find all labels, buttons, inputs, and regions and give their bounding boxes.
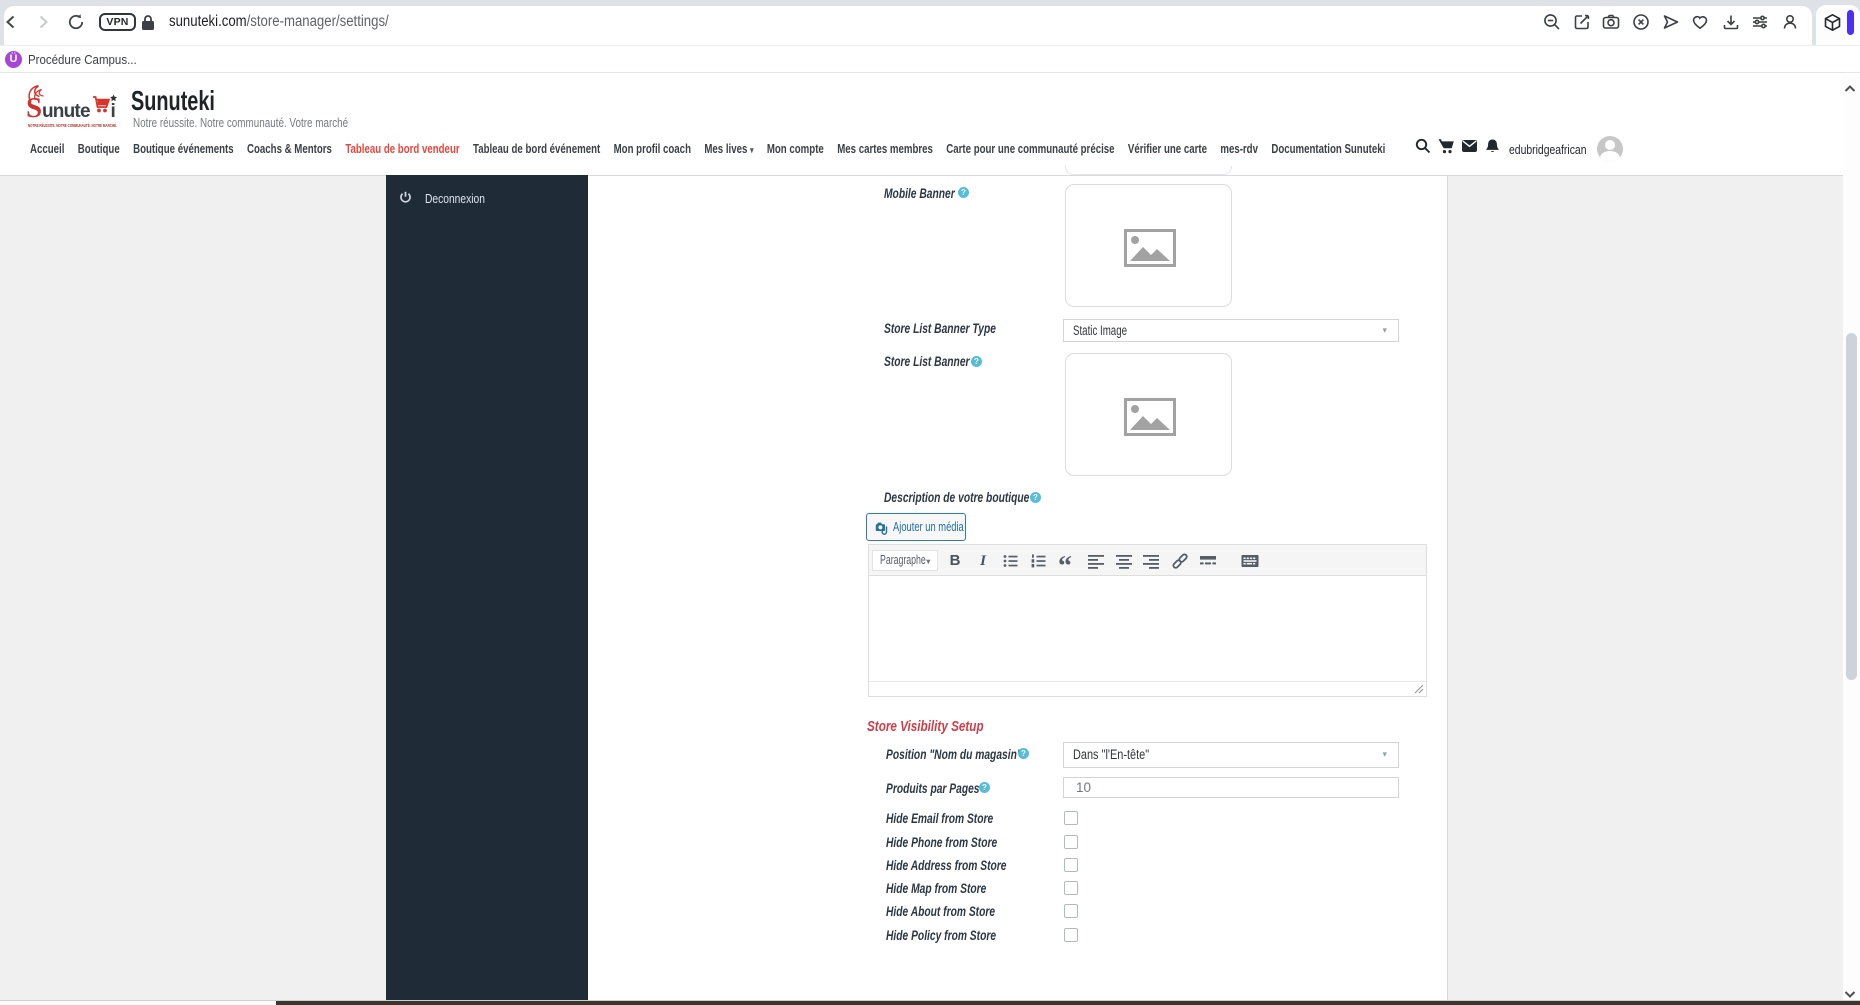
svg-text:S: S bbox=[27, 92, 42, 124]
svg-text:NOTRE RÉUSSITE. NOTRE COMMUNAU: NOTRE RÉUSSITE. NOTRE COMMUNAUTÉ. NOTRE … bbox=[28, 121, 117, 128]
svg-text:i: i bbox=[111, 101, 116, 122]
svg-text:unute: unute bbox=[42, 101, 90, 122]
